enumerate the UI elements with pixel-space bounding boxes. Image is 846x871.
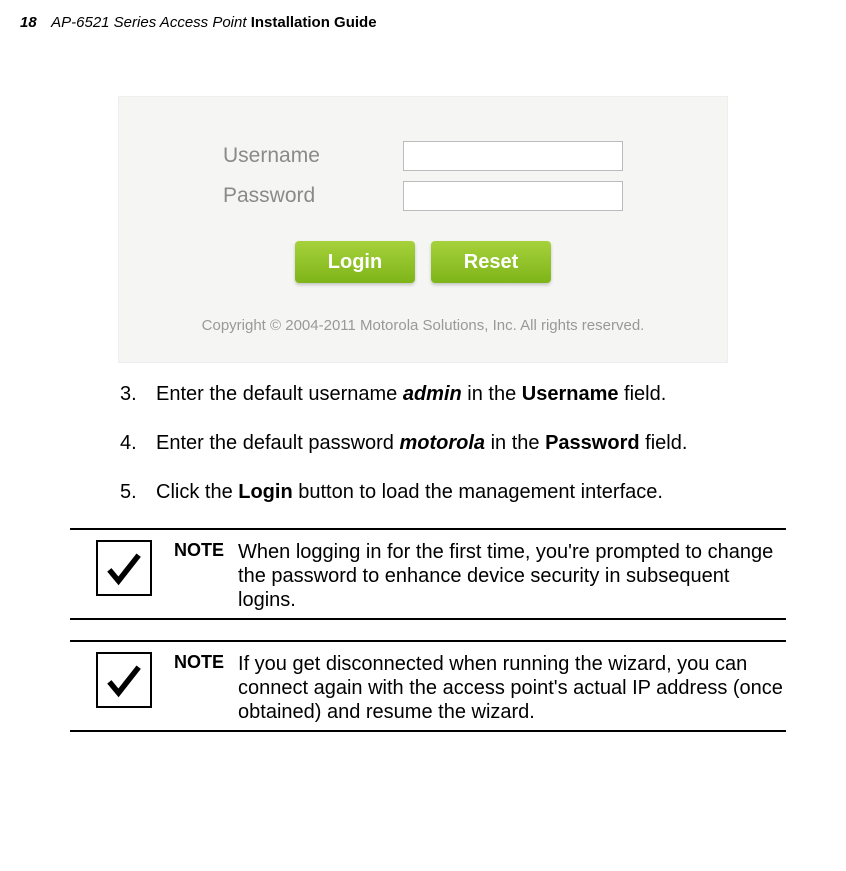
checkmark-icon bbox=[96, 652, 152, 708]
step-text: Enter the default password motorola in t… bbox=[156, 430, 786, 457]
login-panel: Username Password Login Reset Copyright … bbox=[118, 96, 728, 363]
doc-title: AP-6521 Series Access Point Installation… bbox=[51, 14, 376, 31]
password-label: Password bbox=[223, 184, 403, 208]
step-3: 3. Enter the default username admin in t… bbox=[120, 381, 786, 408]
note-text: If you get disconnected when running the… bbox=[238, 652, 786, 724]
step-number: 3. bbox=[120, 381, 156, 408]
reset-button[interactable]: Reset bbox=[431, 241, 551, 283]
login-button[interactable]: Login bbox=[295, 241, 415, 283]
page-header: 18 AP-6521 Series Access Point Installat… bbox=[0, 0, 846, 36]
username-row: Username bbox=[119, 141, 727, 171]
username-label: Username bbox=[223, 144, 403, 168]
username-input[interactable] bbox=[403, 141, 623, 171]
step-number: 5. bbox=[120, 479, 156, 506]
step-5: 5. Click the Login button to load the ma… bbox=[120, 479, 786, 506]
note-label: NOTE bbox=[174, 652, 224, 673]
step-text: Click the Login button to load the manag… bbox=[156, 479, 786, 506]
login-panel-container: Username Password Login Reset Copyright … bbox=[0, 96, 846, 363]
note-label: NOTE bbox=[174, 540, 224, 561]
doc-title-bold: Installation Guide bbox=[251, 14, 377, 31]
password-input[interactable] bbox=[403, 181, 623, 211]
divider bbox=[70, 528, 786, 530]
copyright-text: Copyright © 2004-2011 Motorola Solutions… bbox=[119, 317, 727, 334]
instructions-list: 3. Enter the default username admin in t… bbox=[120, 381, 786, 506]
divider bbox=[70, 640, 786, 642]
checkmark-icon bbox=[96, 540, 152, 596]
step-number: 4. bbox=[120, 430, 156, 457]
note-text: When logging in for the first time, you'… bbox=[238, 540, 786, 612]
note-block-1: NOTE When logging in for the first time,… bbox=[96, 540, 786, 612]
step-4: 4. Enter the default password motorola i… bbox=[120, 430, 786, 457]
note-block-2: NOTE If you get disconnected when runnin… bbox=[96, 652, 786, 724]
step-text: Enter the default username admin in the … bbox=[156, 381, 786, 408]
divider bbox=[70, 730, 786, 732]
button-row: Login Reset bbox=[119, 241, 727, 283]
doc-title-italic: AP-6521 Series Access Point bbox=[51, 14, 251, 31]
page-number: 18 bbox=[20, 14, 37, 31]
password-row: Password bbox=[119, 181, 727, 211]
